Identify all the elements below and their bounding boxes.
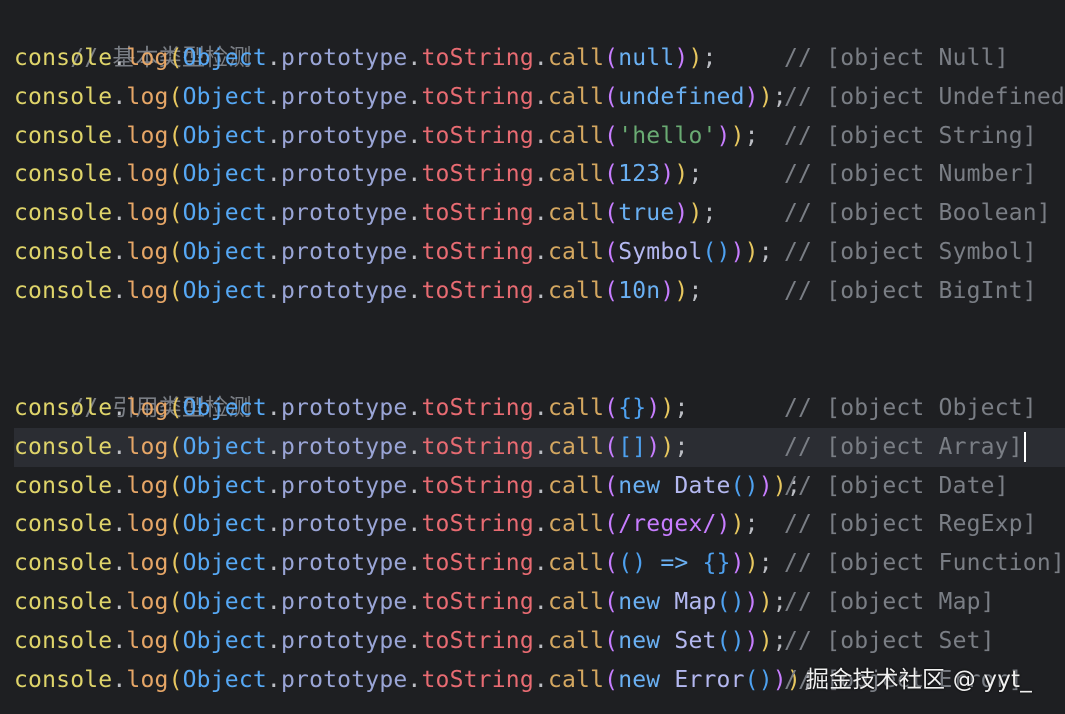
- code-statement: console.log(Object.prototype.toString.ca…: [14, 83, 787, 110]
- watermark-text: 掘金技术社区 @ yyt_: [806, 667, 1032, 693]
- text-cursor: [1023, 432, 1026, 463]
- result-comment: // [object Function]: [784, 550, 1065, 577]
- result-comment: // [object RegExp]: [784, 511, 1037, 538]
- code-line[interactable]: console.log(Object.prototype.toString.ca…: [14, 427, 1065, 467]
- code-statement: console.log(Object.prototype.toString.ca…: [14, 433, 689, 460]
- code-statement: console.log(Object.prototype.toString.ca…: [14, 589, 787, 615]
- result-comment: // [object Symbol]: [784, 239, 1037, 265]
- code-line[interactable]: console.log(Object.prototype.toString.ca…: [14, 194, 1065, 233]
- result-comment: // [object Null]: [784, 45, 1009, 71]
- code-line[interactable]: console.log(Object.prototype.toString.ca…: [14, 39, 1065, 78]
- result-comment: // [object String]: [784, 122, 1037, 149]
- code-line[interactable]: console.log(Object.prototype.toString.ca…: [14, 467, 1065, 506]
- code-statement: console.log(Object.prototype.toString.ca…: [14, 666, 815, 693]
- code-line[interactable]: console.log(Object.prototype.toString.ca…: [14, 272, 1065, 311]
- code-statement: console.log(Object.prototype.toString.ca…: [14, 472, 801, 499]
- code-statement: console.log(Object.prototype.toString.ca…: [14, 277, 703, 304]
- code-statement: console.log(Object.prototype.toString.ca…: [14, 550, 773, 577]
- code-statement: console.log(Object.prototype.toString.ca…: [14, 511, 759, 538]
- code-statement: console.log(Object.prototype.toString.ca…: [14, 45, 717, 71]
- result-comment: // [object Array]: [784, 428, 1026, 467]
- code-line[interactable]: console.log(Object.prototype.toString.ca…: [14, 78, 1065, 117]
- code-line[interactable]: console.log(Object.prototype.toString.ca…: [14, 117, 1065, 156]
- result-comment: // [object Boolean]: [784, 200, 1051, 227]
- result-comment: // [object Undefined]: [784, 83, 1065, 110]
- code-statement: console.log(Object.prototype.toString.ca…: [14, 200, 717, 227]
- code-line[interactable]: console.log(Object.prototype.toString.ca…: [14, 155, 1065, 194]
- code-line[interactable]: console.log(Object.prototype.toString.ca…: [14, 583, 1065, 622]
- comment-line-reference: // 引用类型检测: [14, 350, 1065, 421]
- code-statement: console.log(Object.prototype.toString.ca…: [14, 239, 773, 265]
- result-comment: // [object Number]: [784, 161, 1037, 188]
- code-line[interactable]: console.log(Object.prototype.toString.ca…: [14, 233, 1065, 272]
- code-statement: console.log(Object.prototype.toString.ca…: [14, 122, 759, 149]
- code-line[interactable]: console.log(Object.prototype.toString.ca…: [14, 389, 1065, 428]
- code-line[interactable]: console.log(Object.prototype.toString.ca…: [14, 544, 1065, 583]
- result-comment: // [object BigInt]: [784, 277, 1037, 304]
- code-line[interactable]: console.log(Object.prototype.toString.ca…: [14, 622, 1065, 661]
- result-comment: // [object Date]: [784, 472, 1009, 499]
- code-statement: console.log(Object.prototype.toString.ca…: [14, 161, 703, 188]
- code-editor[interactable]: // 基本类型检测 console.log(Object.prototype.t…: [0, 0, 1065, 714]
- result-comment: // [object Map]: [784, 589, 995, 615]
- code-statement: console.log(Object.prototype.toString.ca…: [14, 395, 689, 421]
- code-statement: console.log(Object.prototype.toString.ca…: [14, 627, 787, 654]
- result-comment: // [object Set]: [784, 627, 995, 654]
- result-comment: // [object Object]: [784, 395, 1037, 421]
- code-line[interactable]: console.log(Object.prototype.toString.ca…: [14, 505, 1065, 544]
- comment-line-basic: // 基本类型检测: [14, 0, 1065, 71]
